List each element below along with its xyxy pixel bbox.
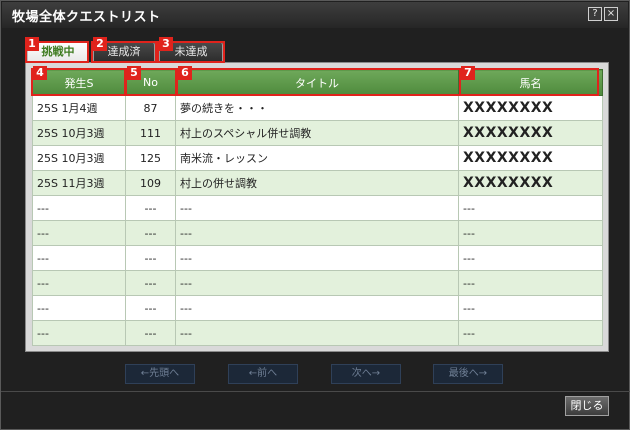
cell-title: --- — [175, 270, 459, 296]
cell-title: 南米流・レッスン — [175, 145, 459, 171]
callout-badge-7: 7 — [461, 66, 475, 80]
quest-list-window: 牧場全体クエストリスト ? × 挑戦中 達成済 未達成 発生S No タイトル … — [0, 0, 630, 430]
window-title: 牧場全体クエストリスト — [12, 10, 161, 25]
quest-table-panel: 発生S No タイトル 馬名 25S 1月4週 87 夢の続きを・・・ XXXX… — [25, 62, 609, 352]
cell-season: --- — [32, 270, 126, 296]
cell-title: 村上の併せ調教 — [175, 170, 459, 196]
cell-horse-name: --- — [458, 295, 603, 321]
cell-title: 夢の続きを・・・ — [175, 95, 459, 121]
cell-no: --- — [125, 245, 176, 271]
cell-no: --- — [125, 270, 176, 296]
table-row[interactable]: 25S 10月3週 125 南米流・レッスン XXXXXXXX — [32, 145, 603, 171]
first-page-button[interactable]: ←先頭へ — [125, 364, 195, 384]
cell-season: --- — [32, 195, 126, 221]
cell-season: --- — [32, 295, 126, 321]
table-row[interactable]: --- --- --- --- — [32, 220, 603, 246]
table-row[interactable]: 25S 11月3週 109 村上の併せ調教 XXXXXXXX — [32, 170, 603, 196]
cell-horse-name: XXXXXXXX — [458, 170, 603, 196]
close-button[interactable]: 閉じる — [565, 396, 609, 416]
callout-badge-2: 2 — [93, 37, 107, 51]
cell-title: --- — [175, 195, 459, 221]
prev-page-button[interactable]: ←前へ — [228, 364, 298, 384]
callout-badge-6: 6 — [178, 66, 192, 80]
cell-no: 111 — [125, 120, 176, 146]
table-row[interactable]: --- --- --- --- — [32, 295, 603, 321]
next-page-button[interactable]: 次へ→ — [331, 364, 401, 384]
cell-no: 109 — [125, 170, 176, 196]
table-row[interactable]: --- --- --- --- — [32, 245, 603, 271]
cell-no: --- — [125, 220, 176, 246]
callout-badge-3: 3 — [159, 37, 173, 51]
cell-season: --- — [32, 245, 126, 271]
cell-no: 87 — [125, 95, 176, 121]
cell-season: 25S 10月3週 — [32, 120, 126, 146]
cell-horse-name: --- — [458, 195, 603, 221]
cell-horse-name: --- — [458, 320, 603, 346]
cell-horse-name: XXXXXXXX — [458, 120, 603, 146]
callout-frame-column-horse-name — [459, 68, 599, 96]
cell-no: --- — [125, 295, 176, 321]
cell-horse-name: --- — [458, 220, 603, 246]
cell-season: 25S 10月3週 — [32, 145, 126, 171]
callout-frame-column-title — [176, 68, 461, 96]
cell-title: 村上のスペシャル併せ調教 — [175, 120, 459, 146]
cell-season: --- — [32, 220, 126, 246]
cell-horse-name: XXXXXXXX — [458, 95, 603, 121]
callout-badge-1: 1 — [25, 37, 39, 51]
cell-horse-name: XXXXXXXX — [458, 145, 603, 171]
cell-title: --- — [175, 220, 459, 246]
cell-title: --- — [175, 245, 459, 271]
title-bar: 牧場全体クエストリスト ? × — [2, 2, 628, 28]
close-icon[interactable]: × — [604, 7, 618, 21]
cell-season: 25S 11月3週 — [32, 170, 126, 196]
cell-season: 25S 1月4週 — [32, 95, 126, 121]
help-icon[interactable]: ? — [588, 7, 602, 21]
table-row[interactable]: --- --- --- --- — [32, 320, 603, 346]
cell-no: --- — [125, 195, 176, 221]
table-row[interactable]: --- --- --- --- — [32, 195, 603, 221]
callout-badge-5: 5 — [127, 66, 141, 80]
cell-no: --- — [125, 320, 176, 346]
table-row[interactable]: 25S 1月4週 87 夢の続きを・・・ XXXXXXXX — [32, 95, 603, 121]
cell-title: --- — [175, 295, 459, 321]
quest-table: 発生S No タイトル 馬名 25S 1月4週 87 夢の続きを・・・ XXXX… — [32, 69, 603, 346]
cell-title: --- — [175, 320, 459, 346]
table-row[interactable]: 25S 10月3週 111 村上のスペシャル併せ調教 XXXXXXXX — [32, 120, 603, 146]
table-row[interactable]: --- --- --- --- — [32, 270, 603, 296]
last-page-button[interactable]: 最後へ→ — [433, 364, 503, 384]
cell-no: 125 — [125, 145, 176, 171]
footer-divider — [1, 391, 630, 392]
cell-horse-name: --- — [458, 245, 603, 271]
callout-badge-4: 4 — [33, 66, 47, 80]
cell-horse-name: --- — [458, 270, 603, 296]
cell-season: --- — [32, 320, 126, 346]
